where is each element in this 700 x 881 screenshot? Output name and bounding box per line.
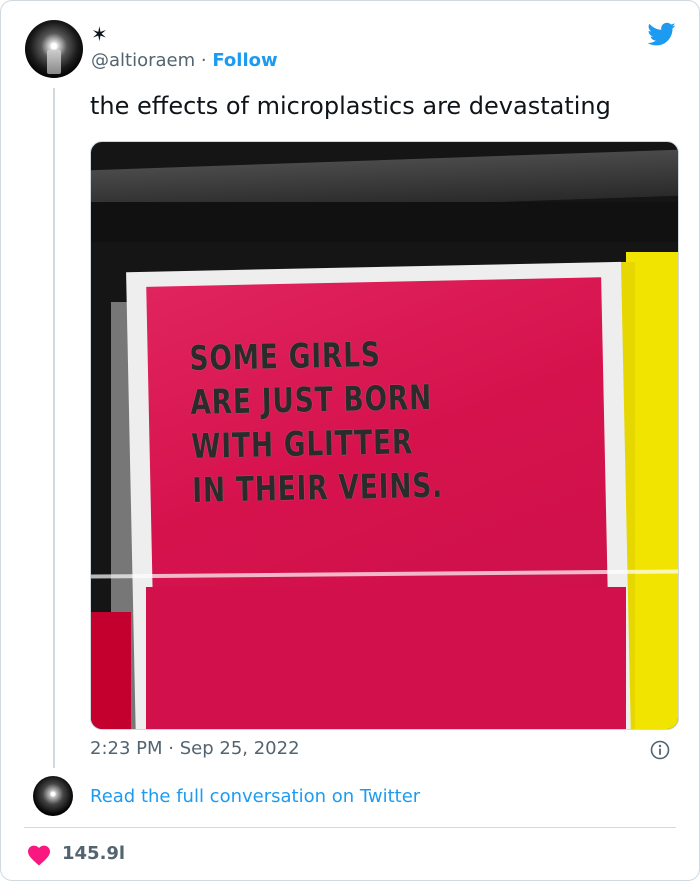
greeting-card-lower [146, 587, 626, 729]
slogan-line-3: WITH GLITTER [190, 422, 414, 467]
slogan-line-2: ARE JUST BORN [189, 377, 433, 423]
author-avatar[interactable] [25, 20, 83, 78]
follow-button[interactable]: Follow [212, 50, 277, 71]
shelf-shadow [91, 202, 678, 242]
author-handle-row: @altioraem · Follow [91, 50, 278, 71]
conversation-avatar[interactable] [33, 776, 73, 816]
tweet-text: the effects of microplastics are devasta… [90, 92, 611, 120]
heart-icon[interactable] [27, 844, 51, 866]
slogan-line-4: IN THEIR VEINS. [191, 465, 444, 511]
slogan-line-1: SOME GIRLS [189, 334, 382, 379]
card-slogan: SOME GIRLS ARE JUST BORN WITH GLITTER IN… [189, 332, 443, 513]
info-icon[interactable] [650, 740, 670, 760]
like-count[interactable]: 145.9l [62, 843, 125, 864]
handle-separator: · [200, 50, 207, 71]
read-conversation-link[interactable]: Read the full conversation on Twitter [90, 786, 420, 807]
author-name[interactable]: ✶ [91, 22, 108, 46]
tweet-time: 2:23 PM [90, 738, 163, 759]
background-card-pink [91, 612, 131, 729]
tweet-timestamp[interactable]: 2:23 PM · Sep 25, 2022 [90, 738, 300, 759]
tweet-photo[interactable]: SOME GIRLS ARE JUST BORN WITH GLITTER IN… [90, 141, 679, 730]
thread-line [53, 88, 55, 768]
footer-divider [24, 827, 676, 828]
twitter-bird-icon[interactable] [646, 20, 678, 48]
tweet-date: Sep 25, 2022 [179, 738, 300, 759]
author-handle[interactable]: @altioraem [91, 50, 195, 71]
timestamp-separator: · [168, 738, 174, 759]
